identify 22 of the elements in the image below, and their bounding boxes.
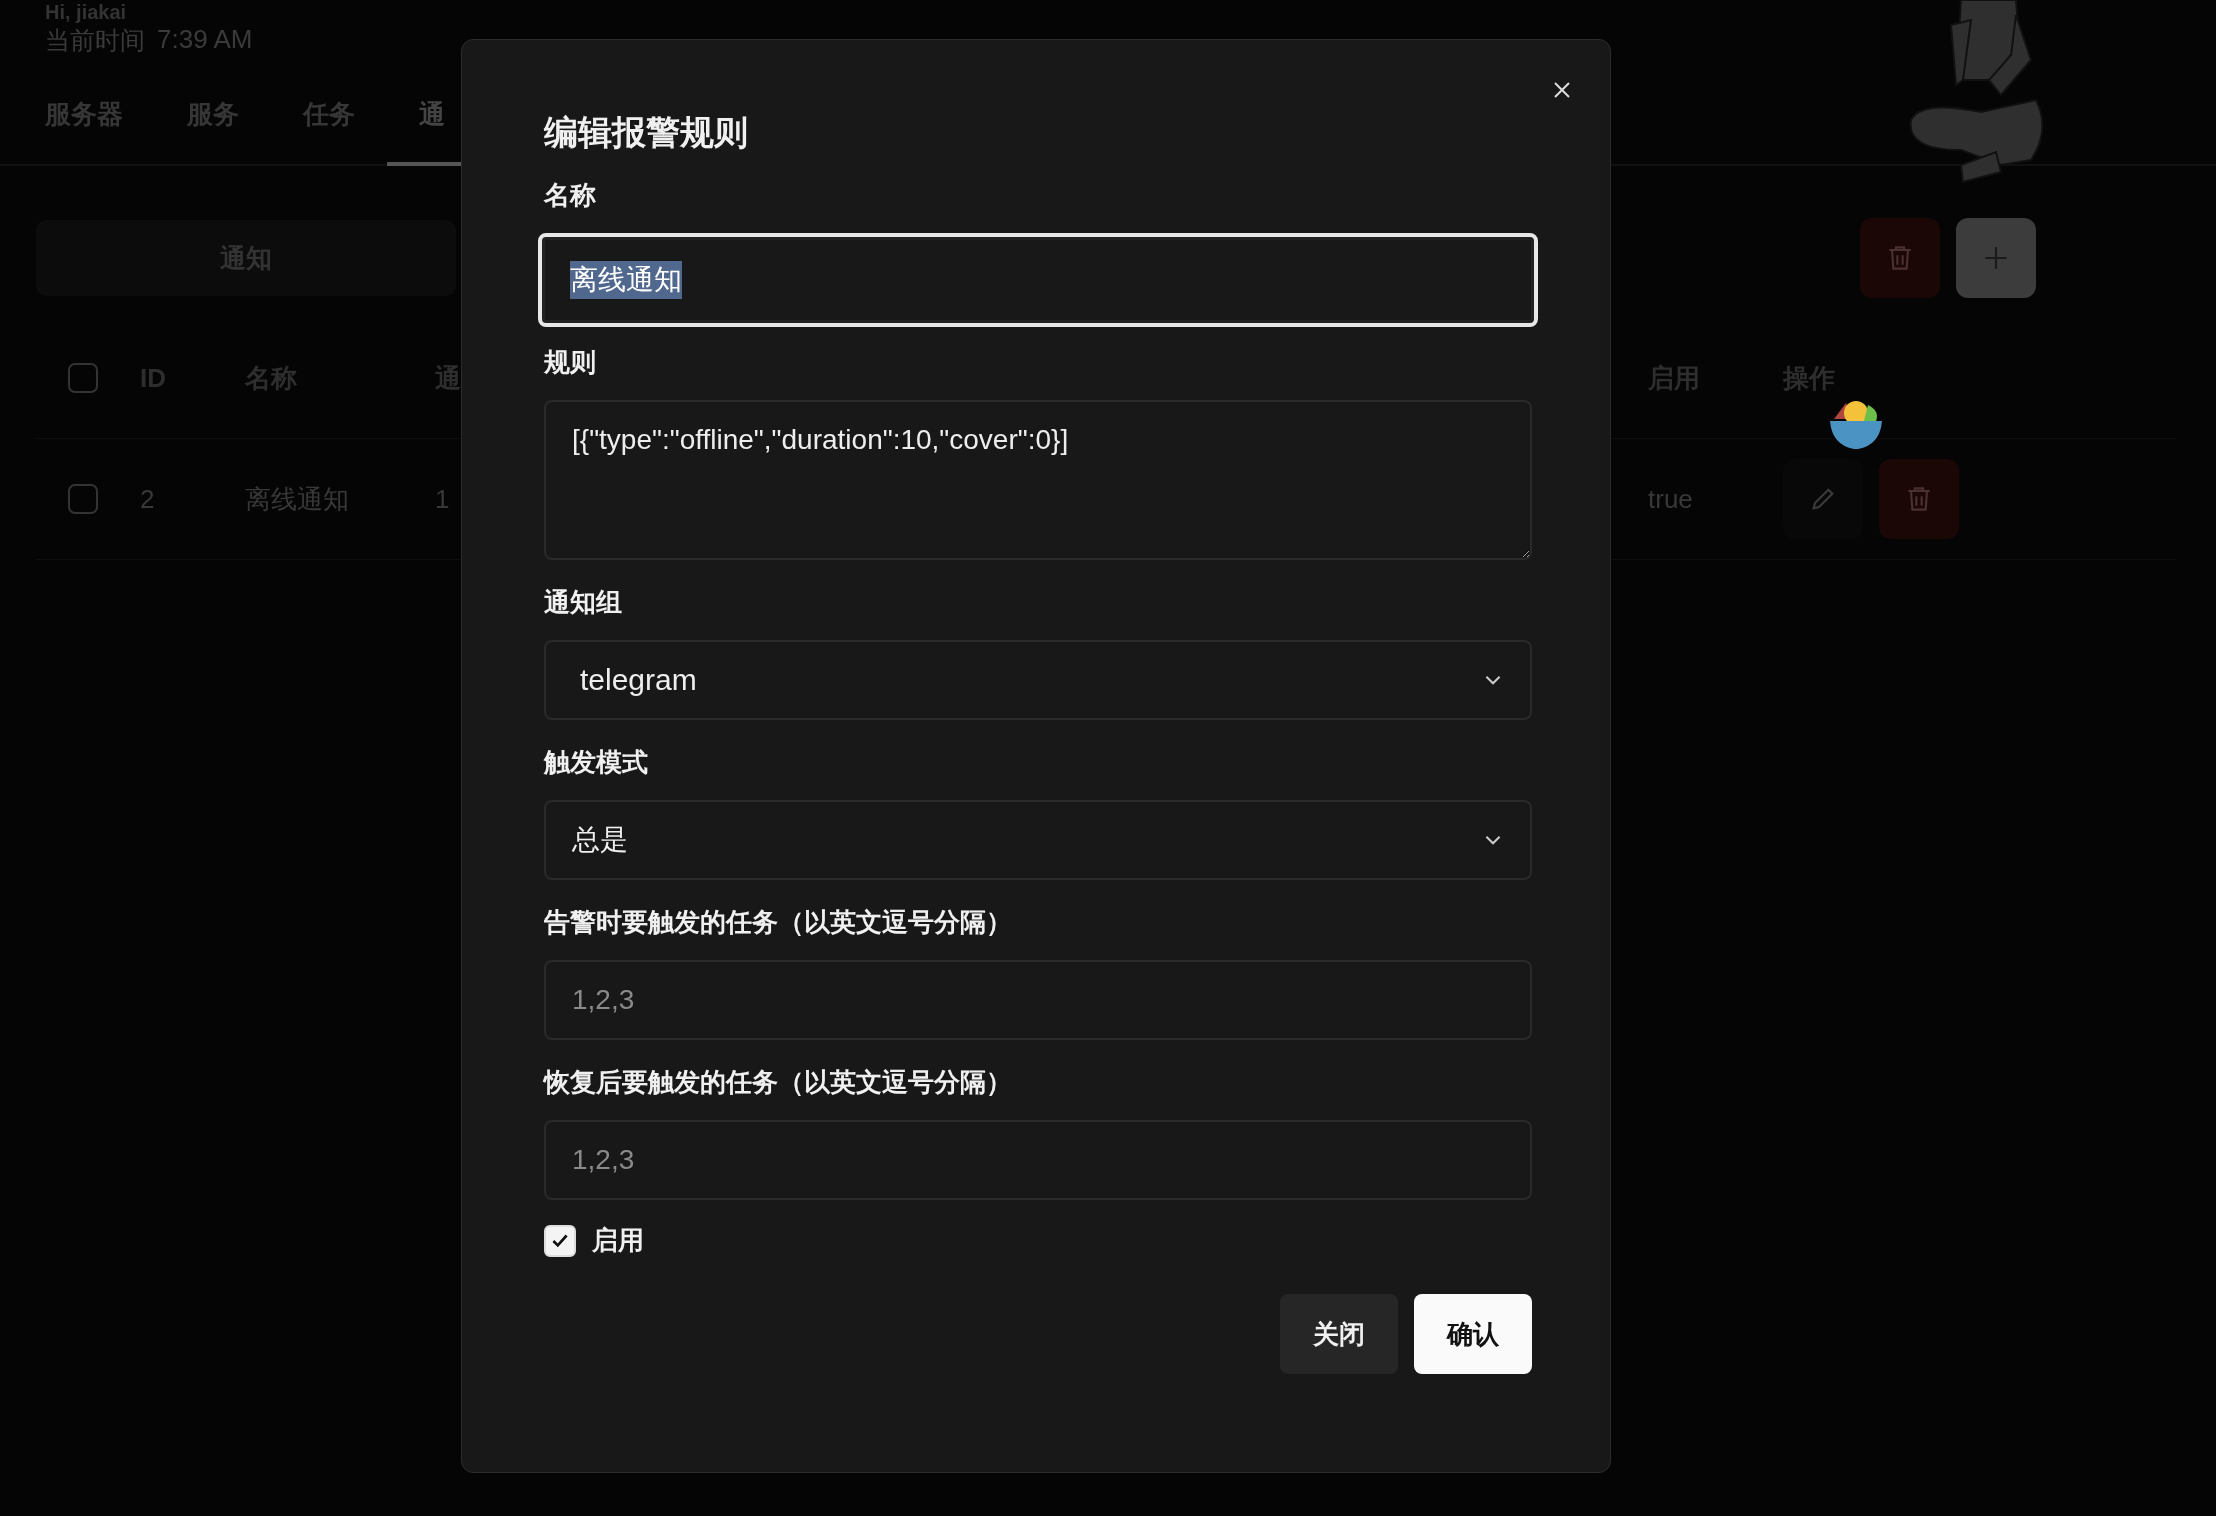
field-label: 恢复后要触发的任务（以英文逗号分隔） [544, 1066, 1013, 1099]
field-label: 通知组 [544, 586, 623, 619]
checkbox[interactable] [68, 484, 98, 514]
confirm-button[interactable]: 确认 [1414, 1294, 1532, 1374]
field-label: 名称 [544, 179, 597, 212]
select-field[interactable]: 总是 [544, 800, 1532, 880]
select-field[interactable]: telegram [544, 640, 1532, 720]
dialog-title: 编辑报警规则 [544, 112, 749, 153]
checkbox[interactable] [68, 363, 98, 393]
field-label: 触发模式 [544, 746, 649, 779]
textarea-field[interactable]: [{"type":"offline","duration":10,"cover":0}] [544, 400, 1532, 560]
field-label: 告警时要触发的任务（以英文逗号分隔） [544, 906, 1013, 939]
input-field[interactable]: 1,2,3 [544, 960, 1532, 1040]
delete-button[interactable] [1879, 459, 1959, 539]
name-field[interactable]: 离线通知 [538, 233, 1538, 327]
close-button[interactable]: 关闭 [1280, 1294, 1398, 1374]
checkbox-label: 启用 [592, 1224, 644, 1257]
add-button[interactable] [1956, 218, 2036, 298]
delete-button[interactable] [1860, 218, 1940, 298]
field-label: 规则 [544, 346, 597, 379]
input-field[interactable]: 1,2,3 [544, 1120, 1532, 1200]
close-icon[interactable] [1552, 80, 1572, 100]
